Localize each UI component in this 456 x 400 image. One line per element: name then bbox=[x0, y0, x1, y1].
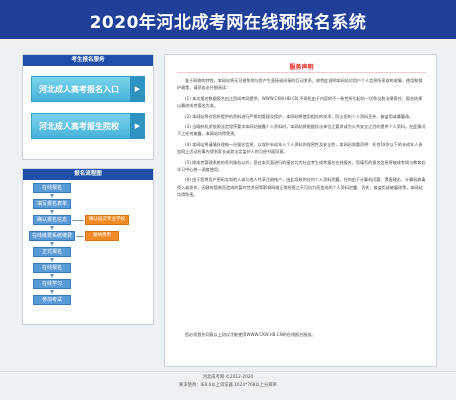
flow-panel-title: 报名流程图 bbox=[23, 169, 153, 180]
statement-paragraph: (4) 本网站将谨慎处理每一份报名信息，以保护未成年人个人资料的保密性及安全性，… bbox=[177, 141, 423, 155]
down-arrow-icon bbox=[50, 242, 54, 246]
down-arrow-icon bbox=[50, 258, 54, 262]
statement-paragraph: (2) 本网站将对您所提供的资料进行严格的管理及保护，本网站将使用相应的技术，防… bbox=[185, 113, 414, 119]
registration-entry-label: 河北成人高考报名入口 bbox=[39, 85, 119, 94]
down-arrow-icon bbox=[50, 194, 54, 198]
statement-paragraph: (1) 本次报名数据报名由江西成考网提供，WWW.CKW.HB.CN 不承担由于… bbox=[177, 95, 423, 109]
statement-paragraph: (6) 由于您将用户密码告知他人或与他人共享注册帐户，由此导致的任何个人资料泄露… bbox=[177, 177, 426, 198]
header-banner: 2020年河北成考网在线预报名系统 bbox=[0, 0, 456, 42]
flow-step[interactable]: 参加考试 bbox=[33, 295, 71, 305]
flow-step[interactable]: 在线报名 bbox=[33, 183, 71, 193]
right-arrow-icon bbox=[76, 236, 84, 237]
schools-label: 河北成人高考报生院校 bbox=[39, 122, 119, 131]
flow-panel: 报名流程图 在线报名 填写报名表单 确认报名信息 确认层次专业学校 在线缴费系统… bbox=[22, 168, 154, 325]
registration-entry-button[interactable]: 河北成人高考报名入口 ▶ bbox=[31, 76, 145, 102]
flow-step[interactable]: 正式报名 bbox=[33, 247, 71, 257]
statement-paragraph: (3) 当政府机关依照法定程序要求本网站披露个人资料时，本网站将根据执法单位之要… bbox=[177, 124, 426, 137]
flow-note: 缴纳费用 bbox=[85, 231, 119, 241]
play-arrow-icon: ▶ bbox=[130, 113, 145, 139]
title-divider bbox=[177, 72, 426, 73]
service-panel: 考生报名服务 河北成人高考报名入口 ▶ 河北成人高考报生院校 ▶ bbox=[22, 54, 154, 160]
statement-body: 鉴于网络的特性，本网站将无可避免地与您产生直接或间接的互动关系，故特此说明本网站… bbox=[177, 77, 426, 337]
footer-copyright: 河北成考网 ©2012-2020 bbox=[202, 375, 254, 380]
right-arrow-icon bbox=[72, 220, 84, 221]
flow-step[interactable]: 在线学习 bbox=[33, 279, 71, 289]
statement-paragraph: 鉴于网络的特性，本网站将无可避免地与您产生直接或间接的互动关系，故特此说明本网站… bbox=[177, 78, 423, 91]
statement-title: 服务声明 bbox=[289, 64, 314, 71]
flow-step[interactable]: 在线报名 bbox=[33, 263, 71, 273]
footer-requirement: 要求使用：IE8.0以上浏览器 1024*768以上分辨率 bbox=[179, 383, 277, 388]
footer-divider bbox=[0, 371, 456, 372]
play-arrow-icon: ▶ bbox=[130, 76, 145, 102]
down-arrow-icon bbox=[50, 210, 54, 214]
flow-step[interactable]: 填写报名表单 bbox=[33, 199, 71, 209]
service-statement-panel: 服务声明 鉴于网络的特性，本网站将无可避免地与您产生直接或间接的互动关系，故特此… bbox=[164, 54, 437, 367]
flow-step[interactable]: 在线缴费系统缴费 bbox=[29, 231, 75, 241]
down-arrow-icon bbox=[50, 274, 54, 278]
down-arrow-icon bbox=[50, 290, 54, 294]
agreement-text: 您必须首先同意以上协议才能使用WWW.CKW.HB.CN的在线报名服务。 bbox=[185, 332, 316, 337]
flow-note: 确认层次专业学校 bbox=[85, 215, 129, 225]
flow-step[interactable]: 确认报名信息 bbox=[33, 215, 71, 225]
down-arrow-icon bbox=[50, 226, 54, 230]
schools-button[interactable]: 河北成人高考报生院校 ▶ bbox=[31, 113, 145, 139]
footer: 河北成考网 ©2012-2020 要求使用：IE8.0以上浏览器 1024*76… bbox=[0, 374, 456, 390]
statement-paragraph: (5) 除成考管理系统的系列服务以外，您在本页面进行的报名均为社会考生成考报名在… bbox=[177, 159, 426, 173]
left-sidebar: 考生报名服务 河北成人高考报名入口 ▶ 河北成人高考报生院校 ▶ 报名流程图 在… bbox=[22, 54, 154, 333]
service-panel-title: 考生报名服务 bbox=[23, 55, 153, 66]
site-title: 2020年河北成考网在线预报名系统 bbox=[89, 13, 367, 33]
